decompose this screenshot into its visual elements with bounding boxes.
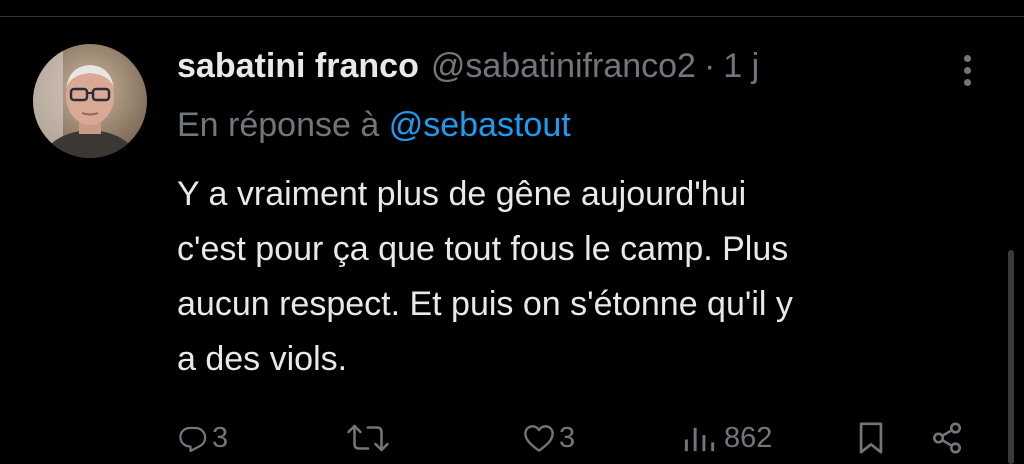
- more-dot: [964, 55, 971, 62]
- more-options-button[interactable]: [953, 50, 983, 90]
- views-icon: [684, 427, 715, 452]
- more-dot: [964, 79, 971, 86]
- tweet-actions-bar: 3 3 862: [0, 412, 1024, 464]
- tweet-text: Y a vraiment plus de gêne aujourd'hui c'…: [177, 167, 977, 387]
- tweet-text-line: Y a vraiment plus de gêne aujourd'hui: [177, 175, 747, 213]
- tweet-header: sabatini franco @sabatinifranco2 · 1 j: [177, 44, 759, 88]
- reply-prefix: En réponse à: [177, 106, 380, 144]
- scrollbar[interactable]: [1008, 250, 1014, 464]
- reply-mention-link[interactable]: @sebastout: [389, 106, 571, 144]
- more-dot: [964, 67, 971, 74]
- reply-context: En réponse à @sebastout: [177, 103, 571, 147]
- reply-count: 3: [212, 421, 229, 454]
- retweet-button[interactable]: [344, 412, 396, 464]
- retweet-icon: [347, 424, 389, 452]
- author-handle[interactable]: @sabatinifranco2: [431, 44, 696, 88]
- author-display-name[interactable]: sabatini franco: [177, 44, 419, 88]
- avatar-photo: [33, 44, 147, 158]
- reply-button[interactable]: 3: [178, 412, 228, 464]
- views-button[interactable]: 862: [682, 412, 772, 464]
- like-icon: [524, 425, 554, 452]
- top-divider: [0, 16, 1024, 17]
- views-count: 862: [724, 421, 773, 454]
- share-button[interactable]: [930, 412, 964, 464]
- header-separator: ·: [703, 47, 716, 85]
- bookmark-icon: [859, 422, 883, 454]
- reply-icon: [179, 426, 207, 453]
- tweet-text-line: c'est pour ça que tout fous le camp. Plu…: [177, 230, 789, 268]
- bookmark-button[interactable]: [858, 412, 884, 464]
- avatar[interactable]: [33, 44, 147, 158]
- tweet-text-line: a des viols.: [177, 340, 348, 378]
- like-count: 3: [559, 421, 576, 454]
- tweet-text-line: aucun respect. Et puis on s'étonne qu'il…: [177, 285, 793, 323]
- tweet-timestamp[interactable]: 1 j: [723, 44, 759, 88]
- like-button[interactable]: 3: [523, 412, 575, 464]
- share-icon: [932, 422, 962, 454]
